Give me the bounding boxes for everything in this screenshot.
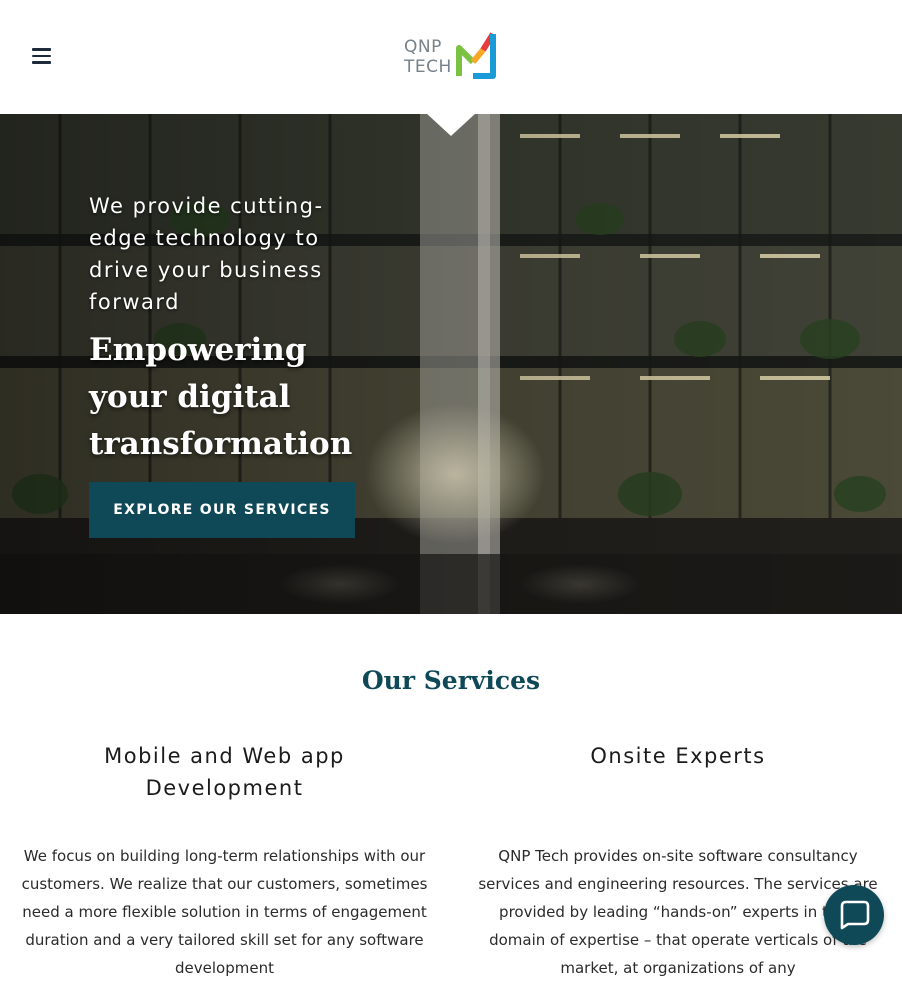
service-title: Onsite Experts [590, 744, 766, 768]
service-description: We focus on building long-term relations… [21, 847, 428, 977]
logo-text-qnp: QNP [404, 37, 442, 57]
service-card-onsite-experts: Onsite Experts QNP Tech provides on-site… [474, 740, 882, 982]
services-section-title: Our Services [361, 666, 541, 695]
hero-tagline: We provide cutting-edge technology to dr… [89, 194, 324, 314]
site-header: QNP TECH [0, 0, 902, 114]
service-title: Mobile and Web app Development [104, 744, 345, 800]
explore-services-button[interactable]: EXPLORE OUR SERVICES [89, 482, 355, 538]
logo-mark-icon [456, 32, 496, 79]
company-logo[interactable]: QNP TECH [401, 26, 501, 82]
service-card-mobile-web: Mobile and Web app Development We focus … [18, 740, 431, 982]
header-notch [426, 113, 476, 136]
hero-headline: Empowering your digital transformation [89, 332, 353, 462]
hamburger-menu-icon[interactable] [28, 42, 56, 70]
chat-button[interactable] [824, 885, 884, 945]
service-description: QNP Tech provides on-site software consu… [478, 847, 878, 977]
chat-bubble-icon [840, 900, 870, 930]
hero-banner: We provide cutting-edge technology to dr… [0, 114, 902, 614]
logo-text-tech: TECH [404, 57, 452, 77]
